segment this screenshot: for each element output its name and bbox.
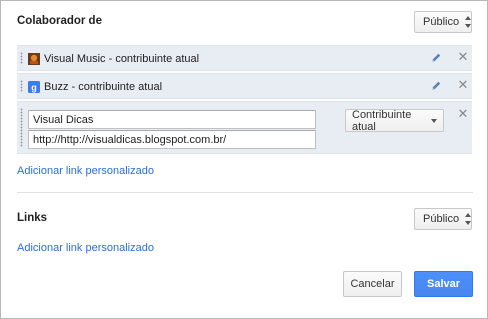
drag-handle-icon[interactable] — [20, 52, 23, 64]
drag-handle-icon[interactable] — [20, 80, 23, 92]
visual-music-favicon-icon — [28, 53, 40, 65]
edit-pencil-icon[interactable] — [430, 80, 442, 92]
contributor-row[interactable]: Visual Music - contribuinte atual ✕ — [17, 45, 472, 71]
contributor-edit-row: Contribuinte atual ✕ — [17, 101, 472, 154]
links-visibility-value: Público — [423, 213, 460, 225]
save-button[interactable]: Salvar — [414, 271, 473, 297]
google-buzz-favicon-icon: g — [28, 81, 40, 93]
contributor-label: Visual Music - contribuinte atual — [44, 53, 200, 65]
profile-edit-dialog: Colaborador de Público Visual Music - co… — [0, 0, 488, 319]
links-visibility-select[interactable]: Público — [414, 208, 472, 230]
remove-close-icon[interactable]: ✕ — [457, 106, 469, 122]
link-url-input[interactable] — [28, 130, 316, 149]
remove-close-icon[interactable]: ✕ — [457, 77, 469, 93]
section-divider — [17, 192, 473, 193]
edit-pencil-icon[interactable] — [430, 52, 442, 64]
svg-text:g: g — [31, 83, 37, 93]
drag-handle-icon[interactable] — [20, 108, 23, 147]
role-select[interactable]: Contribuinte atual — [345, 108, 444, 133]
colaborador-visibility-select[interactable]: Público — [414, 11, 472, 33]
link-name-input[interactable] — [28, 110, 316, 129]
contributor-label: Buzz - contribuinte atual — [44, 81, 163, 93]
links-add-link[interactable]: Adicionar link personalizado — [17, 242, 154, 254]
colaborador-visibility-value: Público — [423, 16, 460, 28]
cancel-button[interactable]: Cancelar — [343, 271, 402, 297]
colaborador-section-title: Colaborador de — [17, 15, 102, 27]
remove-close-icon[interactable]: ✕ — [457, 49, 469, 65]
links-section-title: Links — [17, 212, 48, 224]
role-value: Contribuinte atual — [352, 108, 412, 133]
chevron-down-icon — [431, 118, 437, 123]
colaborador-add-link[interactable]: Adicionar link personalizado — [17, 165, 154, 177]
contributor-row[interactable]: g Buzz - contribuinte atual ✕ — [17, 73, 472, 99]
